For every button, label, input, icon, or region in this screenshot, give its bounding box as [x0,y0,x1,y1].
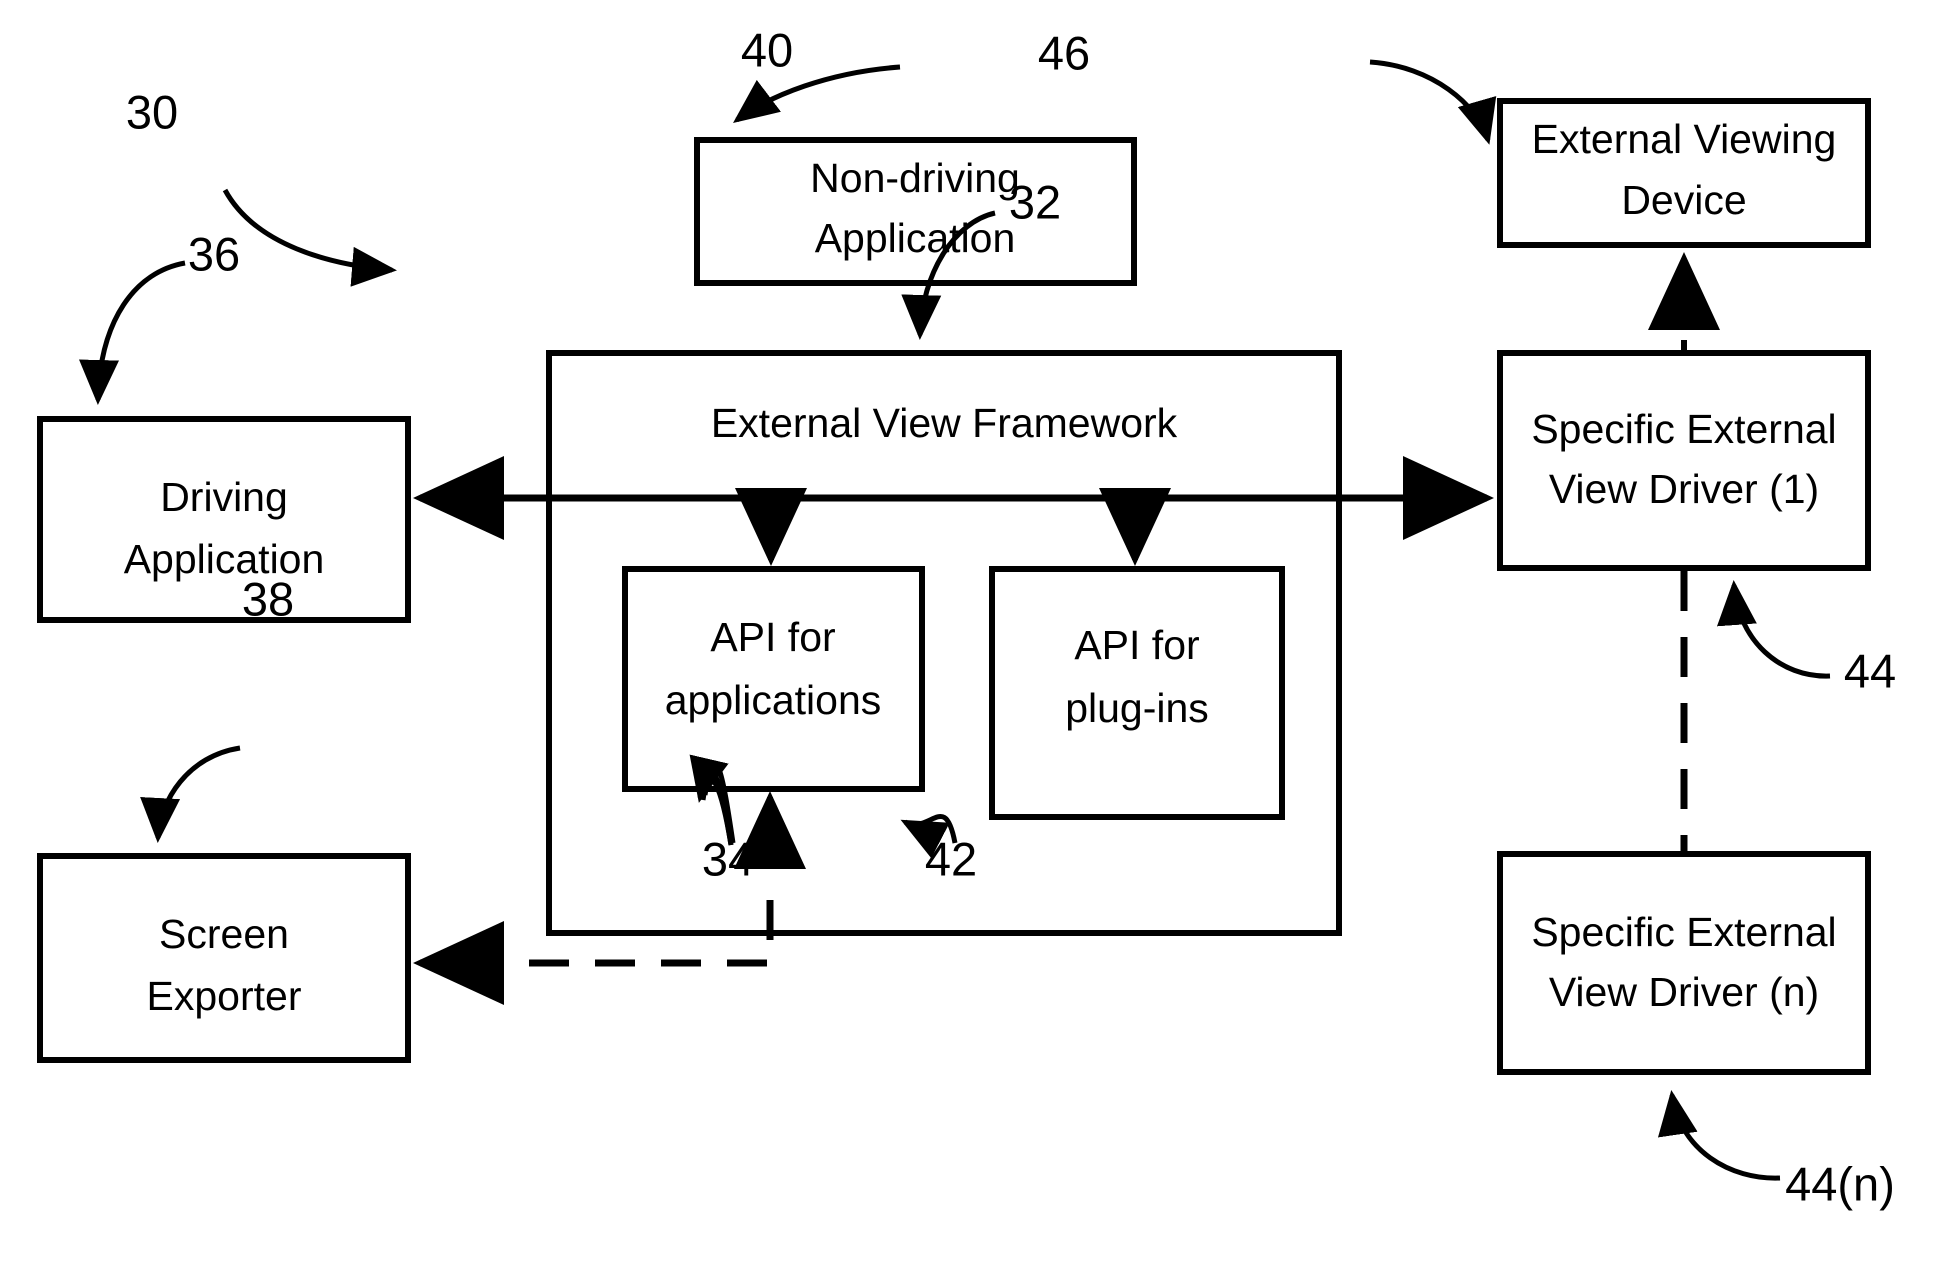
reference-leader-46: 46 [1038,26,1497,145]
box-api-for-plugins: API for plug-ins [989,566,1285,820]
driver-n-label-line2: View Driver (n) [1549,969,1819,1015]
driving-application-label-line2: Application [124,536,325,582]
reference-numeral-42: 42 [925,832,977,885]
reference-numeral-30: 30 [126,85,178,138]
api-for-applications-label-line2: applications [665,677,882,723]
driver-1-label-line1: Specific External [1531,406,1836,452]
non-driving-application-label-line2: Application [815,215,1016,261]
driving-application-label-line1: Driving [160,474,288,520]
reference-leader-36: 36 [79,227,240,405]
reference-numeral-36: 36 [188,227,240,280]
box-api-for-applications: API for applications [622,566,925,792]
api-for-plugins-label-line1: API for [1074,622,1199,668]
reference-leader-40: 40 [733,23,901,124]
block-diagram: Non-driving Application Driving Applicat… [37,23,1896,1210]
screen-exporter-label-line1: Screen [159,911,289,957]
reference-leader-44n: 44(n) [1658,1090,1895,1210]
reference-numeral-32: 32 [1009,175,1061,228]
figure-canvas: Non-driving Application Driving Applicat… [0,0,1938,1285]
reference-numeral-38: 38 [242,572,294,625]
box-external-viewing-device: External Viewing Device [1497,98,1871,248]
reference-numeral-40: 40 [741,23,793,76]
screen-exporter-label-line2: Exporter [147,973,302,1019]
box-specific-external-view-driver-n: Specific External View Driver (n) [1497,851,1871,1075]
api-for-applications-label-line1: API for [710,614,835,660]
box-specific-external-view-driver-1: Specific External View Driver (1) [1497,350,1871,571]
external-viewing-device-label-line2: Device [1621,177,1746,223]
reference-numeral-44: 44 [1844,644,1896,697]
non-driving-application-label-line1: Non-driving [810,155,1020,201]
external-viewing-device-label-line1: External Viewing [1532,116,1837,162]
reference-leader-44: 44 [1716,580,1896,697]
box-screen-exporter: Screen Exporter [37,853,411,1063]
driver-1-label-line2: View Driver (1) [1549,466,1819,512]
box-non-driving-application: Non-driving Application [694,137,1137,286]
box-driving-application: Driving Application [37,416,411,623]
driver-n-label-line1: Specific External [1531,909,1836,955]
external-view-framework-label: External View Framework [711,400,1178,446]
reference-numeral-44n: 44(n) [1785,1157,1895,1210]
reference-leader-30: 30 [126,85,397,287]
reference-numeral-34: 34 [702,832,754,885]
api-for-plugins-label-line2: plug-ins [1065,685,1209,731]
reference-numeral-46: 46 [1038,26,1090,79]
